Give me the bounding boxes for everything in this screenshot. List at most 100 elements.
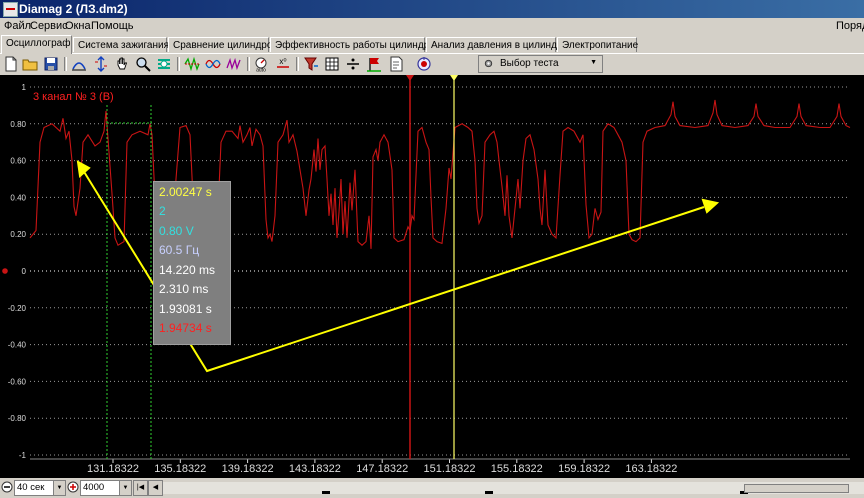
- x-tick-label: 139.18322: [222, 463, 274, 475]
- gear-icon: [484, 59, 493, 68]
- tab-oscilloscope[interactable]: Осциллограф: [1, 35, 72, 54]
- measurement-voltage: 0.80 V: [159, 224, 194, 238]
- status-bar: 40 сек ▼ 4000 ▼ |◀ ◀: [0, 478, 864, 498]
- y-tick-label: -1: [19, 451, 27, 460]
- zero-level-icon[interactable]: x⁰: [275, 56, 291, 72]
- x-tick-label: 155.18322: [491, 463, 543, 475]
- tab-strip: Осциллограф Система зажигания Сравнение …: [0, 35, 864, 54]
- y-tick-label: -0.20: [8, 304, 27, 313]
- menu-windows[interactable]: Окна: [65, 20, 91, 32]
- chevron-down-icon: ▼: [53, 481, 65, 495]
- time-window-select[interactable]: 40 сек ▼: [14, 480, 66, 496]
- x-tick-label: 159.18322: [558, 463, 610, 475]
- waveform-3-icon[interactable]: [226, 56, 242, 72]
- tab-ignition-system[interactable]: Система зажигания: [73, 37, 169, 52]
- toolbar-separator: [247, 57, 250, 71]
- menu-help[interactable]: Помощь: [91, 20, 134, 32]
- channel-label: 3 канал № 3 (В): [33, 91, 114, 103]
- measurement-period: 14.220 ms: [159, 263, 216, 277]
- y-tick-label: 0: [22, 267, 27, 276]
- yellow-cursor-marker: [450, 75, 458, 81]
- toolbar-separator: [296, 57, 299, 71]
- red-cursor-marker: [406, 75, 414, 81]
- measurement-red-cursor-time: 1.94734 s: [159, 321, 212, 335]
- menu-service[interactable]: Сервис: [30, 20, 68, 32]
- tab-cylinder-efficiency[interactable]: Эффективность работы цилиндров: [270, 37, 440, 52]
- channel-settings-icon[interactable]: [156, 56, 172, 72]
- scope-canvas[interactable]: 1 0.80 0.60 0.40 0.20 0 -0.20 -0.40 -0.60 -0.80 -1…: [0, 75, 864, 478]
- measurement-pulse: 2.310 ms: [159, 282, 209, 296]
- chevron-down-icon: ▼: [590, 59, 597, 66]
- filter-icon[interactable]: [303, 56, 319, 72]
- test-select[interactable]: Выбор теста ▼: [478, 55, 603, 73]
- x-tick-label: 147.18322: [356, 463, 408, 475]
- toolbar-separator: [177, 57, 180, 71]
- save-icon[interactable]: [43, 56, 59, 72]
- samples-select[interactable]: 4000 ▼: [80, 480, 132, 496]
- auto-scale-icon[interactable]: auto: [253, 56, 269, 74]
- scale-cursor-icon[interactable]: [93, 56, 109, 72]
- grid-icon[interactable]: [324, 56, 340, 72]
- test-select-value: Выбор теста: [500, 58, 559, 69]
- first-page-button[interactable]: |◀: [133, 480, 148, 496]
- hand-pan-icon[interactable]: [114, 56, 130, 72]
- y-tick-label: 0.20: [10, 230, 26, 239]
- measurement-frequency: 60.5 Гц: [159, 243, 200, 257]
- measurement-time: 2.00247 s: [159, 185, 212, 199]
- divide-icon[interactable]: [345, 56, 361, 72]
- y-tick-label: -0.60: [8, 377, 27, 386]
- title-bar: Diamag 2 (ЛЗ.dm2): [0, 0, 864, 18]
- tab-cylinder-pressure[interactable]: Анализ давления в цилиндре: [426, 37, 568, 52]
- menu-arrange[interactable]: Поряд: [836, 20, 864, 32]
- oscilloscope-plot[interactable]: 1 0.80 0.60 0.40 0.20 0 -0.20 -0.40 -0.60 -0.80 -1…: [0, 75, 864, 478]
- y-axis: 1 0.80 0.60 0.40 0.20 0 -0.20 -0.40 -0.60 -0.80 -1: [8, 83, 27, 460]
- x-axis: 131.18322 135.18322 139.18322 143.18322 147.…: [30, 458, 850, 475]
- chevron-down-icon: ▼: [119, 481, 131, 495]
- measurement-cursor-time: 1.93081 s: [159, 302, 212, 316]
- window-title: Diamag 2 (ЛЗ.dm2): [19, 2, 128, 16]
- svg-text:x⁰: x⁰: [279, 57, 286, 66]
- prev-page-button[interactable]: ◀: [148, 480, 163, 496]
- x-tick-label: 143.18322: [289, 463, 341, 475]
- record-icon[interactable]: [416, 56, 432, 72]
- measure-cursor-icon[interactable]: [71, 56, 87, 72]
- y-tick-label: -0.40: [8, 341, 27, 350]
- scrollbar-thumb[interactable]: [744, 484, 849, 493]
- zoom-icon[interactable]: [135, 56, 151, 72]
- measurement-panel: 2.00247 s 2 0.80 V 60.5 Гц 14.220 ms 2.3…: [153, 181, 231, 345]
- annotation-arrow-head: [701, 198, 720, 214]
- svg-text:auto: auto: [256, 68, 266, 73]
- open-folder-icon[interactable]: [22, 56, 38, 72]
- scroll-marker: [322, 491, 330, 494]
- scroll-marker: [485, 491, 493, 494]
- plus-icon[interactable]: [67, 481, 79, 493]
- toolbar: auto x⁰: [0, 54, 864, 74]
- tab-cylinder-compare[interactable]: Сравнение цилиндров: [168, 37, 278, 52]
- marker-flag-icon[interactable]: [366, 56, 382, 72]
- samples-value: 4000: [83, 482, 105, 493]
- x-tick-label: 131.18322: [87, 463, 139, 475]
- waveform-2-icon[interactable]: [205, 56, 221, 72]
- y-tick-label: 0.80: [10, 120, 26, 129]
- annotation-arrow-head: [76, 160, 91, 178]
- y-tick-label: -0.80: [8, 414, 27, 423]
- x-tick-label: 151.18322: [424, 463, 476, 475]
- y-tick-label: 0.60: [10, 157, 26, 166]
- minus-icon[interactable]: [1, 481, 13, 493]
- tab-power-supply[interactable]: Электропитание: [557, 37, 638, 52]
- time-window-value: 40 сек: [17, 482, 45, 493]
- zero-level-marker: [2, 268, 8, 274]
- menu-file[interactable]: Файл: [4, 20, 31, 32]
- new-file-icon[interactable]: [3, 56, 19, 72]
- measurement-index: 2: [159, 204, 166, 218]
- x-tick-label: 135.18322: [154, 463, 206, 475]
- app-icon: [3, 2, 18, 17]
- report-icon[interactable]: [388, 56, 404, 72]
- time-scrollbar[interactable]: [163, 482, 864, 494]
- waveform-1-icon[interactable]: [184, 56, 200, 72]
- toolbar-separator: [64, 57, 67, 71]
- x-tick-label: 163.18322: [625, 463, 677, 475]
- y-tick-label: 0.40: [10, 193, 26, 202]
- menu-bar: Файл Сервис Окна Помощь Поряд: [0, 18, 864, 35]
- y-tick-label: 1: [22, 83, 27, 92]
